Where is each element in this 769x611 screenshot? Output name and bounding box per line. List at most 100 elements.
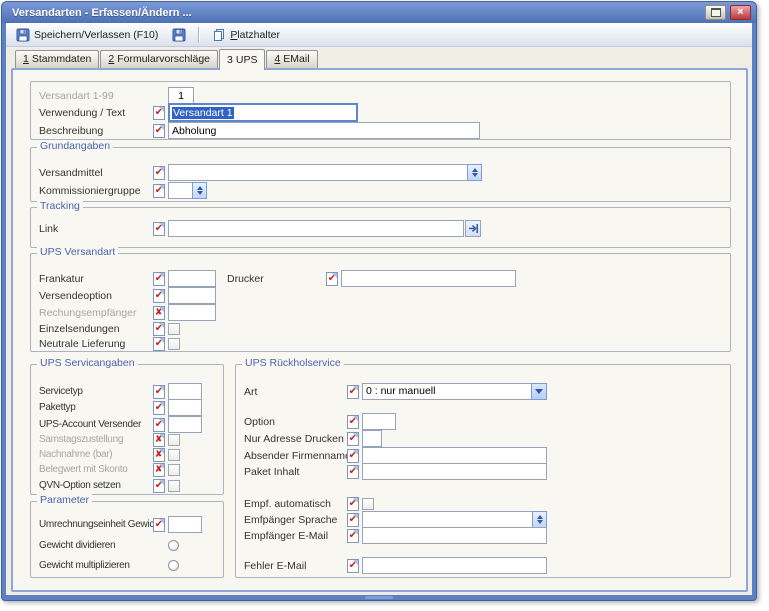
servicetyp-input[interactable] — [168, 383, 202, 400]
spinner-button[interactable] — [532, 511, 547, 528]
versandmittel-input[interactable] — [168, 164, 467, 181]
empfaenger-email-label: Empfänger E-Mail — [244, 529, 329, 542]
check-flag-icon[interactable]: ✔ — [153, 417, 165, 432]
belegwert-checkbox[interactable] — [168, 463, 180, 476]
link-input[interactable] — [168, 220, 464, 237]
check-flag-icon[interactable]: ✔ — [347, 512, 359, 527]
check-flag-icon[interactable]: ✔ — [153, 271, 165, 286]
empfaenger-sprache-input[interactable] — [362, 511, 532, 528]
link-go-icon — [468, 224, 478, 233]
general-group: Versandart 1-99 Verwendung / Text ✔ Vers… — [30, 81, 731, 140]
versandart-label: Versandart 1-99 — [39, 89, 114, 102]
umrechnungseinheit-input[interactable] — [168, 516, 202, 533]
versandart-input[interactable] — [168, 87, 194, 104]
link-label: Link — [39, 222, 59, 235]
pakettyp-input[interactable] — [168, 399, 202, 416]
nachnahme-checkbox[interactable] — [168, 448, 180, 461]
check-flag-icon[interactable]: ✔ — [326, 271, 338, 286]
spinner-button[interactable] — [192, 182, 207, 199]
versendeoption-input[interactable] — [168, 287, 216, 304]
empf-automatisch-label: Empf. automatisch — [244, 497, 331, 510]
save-icon — [172, 28, 186, 41]
tracking-group: Tracking Link ✔ — [30, 200, 731, 248]
einzelsendungen-checkbox[interactable] — [168, 322, 180, 335]
ups-versandart-group: UPS Versandart Frankatur ✔ Drucker ✔ Ver… — [30, 246, 731, 352]
check-flag-icon[interactable]: ✔ — [347, 414, 359, 429]
samstagszustellung-label: Samstagszustellung — [39, 434, 124, 445]
check-flag-icon[interactable]: ✔ — [153, 105, 165, 120]
drucker-label: Drucker — [227, 272, 264, 285]
x-flag-icon[interactable]: ✘ — [153, 305, 165, 320]
tab-formularvorschlaege[interactable]: 2 Formularvorschläge — [100, 50, 219, 68]
art-label: Art — [244, 385, 258, 398]
x-flag-icon[interactable]: ✘ — [153, 447, 165, 462]
check-flag-icon[interactable]: ✔ — [347, 431, 359, 446]
tab-email[interactable]: 4 EMail — [266, 50, 318, 68]
save-exit-button[interactable]: Speichern/Verlassen (F10) — [10, 25, 164, 45]
x-flag-icon[interactable]: ✘ — [153, 462, 165, 477]
check-flag-icon[interactable]: ✔ — [347, 558, 359, 573]
samstagszustellung-checkbox[interactable] — [168, 433, 180, 446]
empfaenger-sprache-label: Emfpänger Sprache — [244, 513, 338, 526]
neutrale-lieferung-checkbox[interactable] — [168, 337, 180, 350]
save-icon — [16, 28, 30, 41]
check-flag-icon[interactable]: ✔ — [153, 384, 165, 399]
group-title: UPS Versandart — [37, 246, 119, 258]
check-flag-icon[interactable]: ✔ — [153, 517, 165, 532]
tab-ups[interactable]: 3 UPS — [219, 49, 266, 70]
check-flag-icon[interactable]: ✔ — [153, 123, 165, 138]
spinner-button[interactable] — [467, 164, 482, 181]
drucker-input[interactable] — [341, 270, 516, 287]
check-flag-icon[interactable]: ✔ — [153, 221, 165, 236]
beschreibung-label: Beschreibung — [39, 124, 104, 137]
empf-automatisch-checkbox[interactable] — [362, 497, 374, 510]
open-link-button[interactable] — [465, 220, 481, 237]
check-flag-icon[interactable]: ✔ — [153, 478, 165, 493]
check-flag-icon[interactable]: ✔ — [347, 464, 359, 479]
nur-adresse-input[interactable] — [362, 430, 382, 447]
belegwert-label: Belegwert mit Skonto — [39, 464, 128, 475]
check-flag-icon[interactable]: ✔ — [153, 321, 165, 336]
check-flag-icon[interactable]: ✔ — [153, 183, 165, 198]
check-flag-icon[interactable]: ✔ — [347, 384, 359, 399]
check-flag-icon[interactable]: ✔ — [153, 336, 165, 351]
einzelsendungen-label: Einzelsendungen — [39, 322, 120, 335]
option-input[interactable] — [362, 413, 396, 430]
beschreibung-input[interactable] — [168, 122, 480, 139]
gewicht-dividieren-radio[interactable] — [168, 540, 179, 551]
titlebar: Versandarten - Erfassen/Ändern ... × — [2, 2, 756, 23]
maximize-button[interactable] — [705, 5, 726, 20]
nur-adresse-label: Nur Adresse Drucken — [244, 432, 344, 445]
tabstrip: 1 Stammdaten 2 Formularvorschläge 3 UPS 4 EM… — [6, 47, 752, 70]
check-flag-icon[interactable]: ✔ — [347, 496, 359, 511]
servicetyp-label: Servicetyp — [39, 386, 83, 397]
art-dropdown[interactable]: 0 : nur manuell — [362, 383, 547, 400]
check-flag-icon[interactable]: ✔ — [347, 528, 359, 543]
save-button[interactable] — [166, 25, 192, 45]
check-flag-icon[interactable]: ✔ — [153, 288, 165, 303]
close-button[interactable]: × — [730, 5, 751, 20]
empfaenger-email-input[interactable] — [362, 527, 547, 544]
versandmittel-combo — [168, 164, 482, 181]
platzhalter-button[interactable]: Platzhalter — [206, 25, 286, 45]
qvn-option-checkbox[interactable] — [168, 479, 180, 492]
check-flag-icon[interactable]: ✔ — [347, 448, 359, 463]
verwendung-label: Verwendung / Text — [39, 106, 126, 119]
gewicht-multiplizieren-radio[interactable] — [168, 560, 179, 571]
x-flag-icon[interactable]: ✘ — [153, 432, 165, 447]
paket-inhalt-input[interactable] — [362, 463, 547, 480]
check-flag-icon[interactable]: ✔ — [153, 165, 165, 180]
fehler-email-input[interactable] — [362, 557, 547, 574]
check-flag-icon[interactable]: ✔ — [153, 400, 165, 415]
tab-stammdaten[interactable]: 1 Stammdaten — [15, 50, 100, 68]
kommissioniergruppe-combo — [168, 182, 207, 199]
absender-firmenname-input[interactable] — [362, 447, 547, 464]
rechnungsempfaenger-input[interactable] — [168, 304, 216, 321]
dropdown-arrow-icon[interactable] — [531, 383, 547, 400]
absender-firmenname-label: Absender Firmenname — [244, 449, 347, 462]
frankatur-input[interactable] — [168, 270, 216, 287]
window-controls: × — [705, 5, 751, 20]
ups-rueckholservice-group: UPS Rückholservice Art ✔ 0 : nur manuell… — [235, 357, 731, 578]
verwendung-input[interactable]: Versandart 1 — [168, 103, 358, 122]
kommissioniergruppe-input[interactable] — [168, 182, 192, 199]
